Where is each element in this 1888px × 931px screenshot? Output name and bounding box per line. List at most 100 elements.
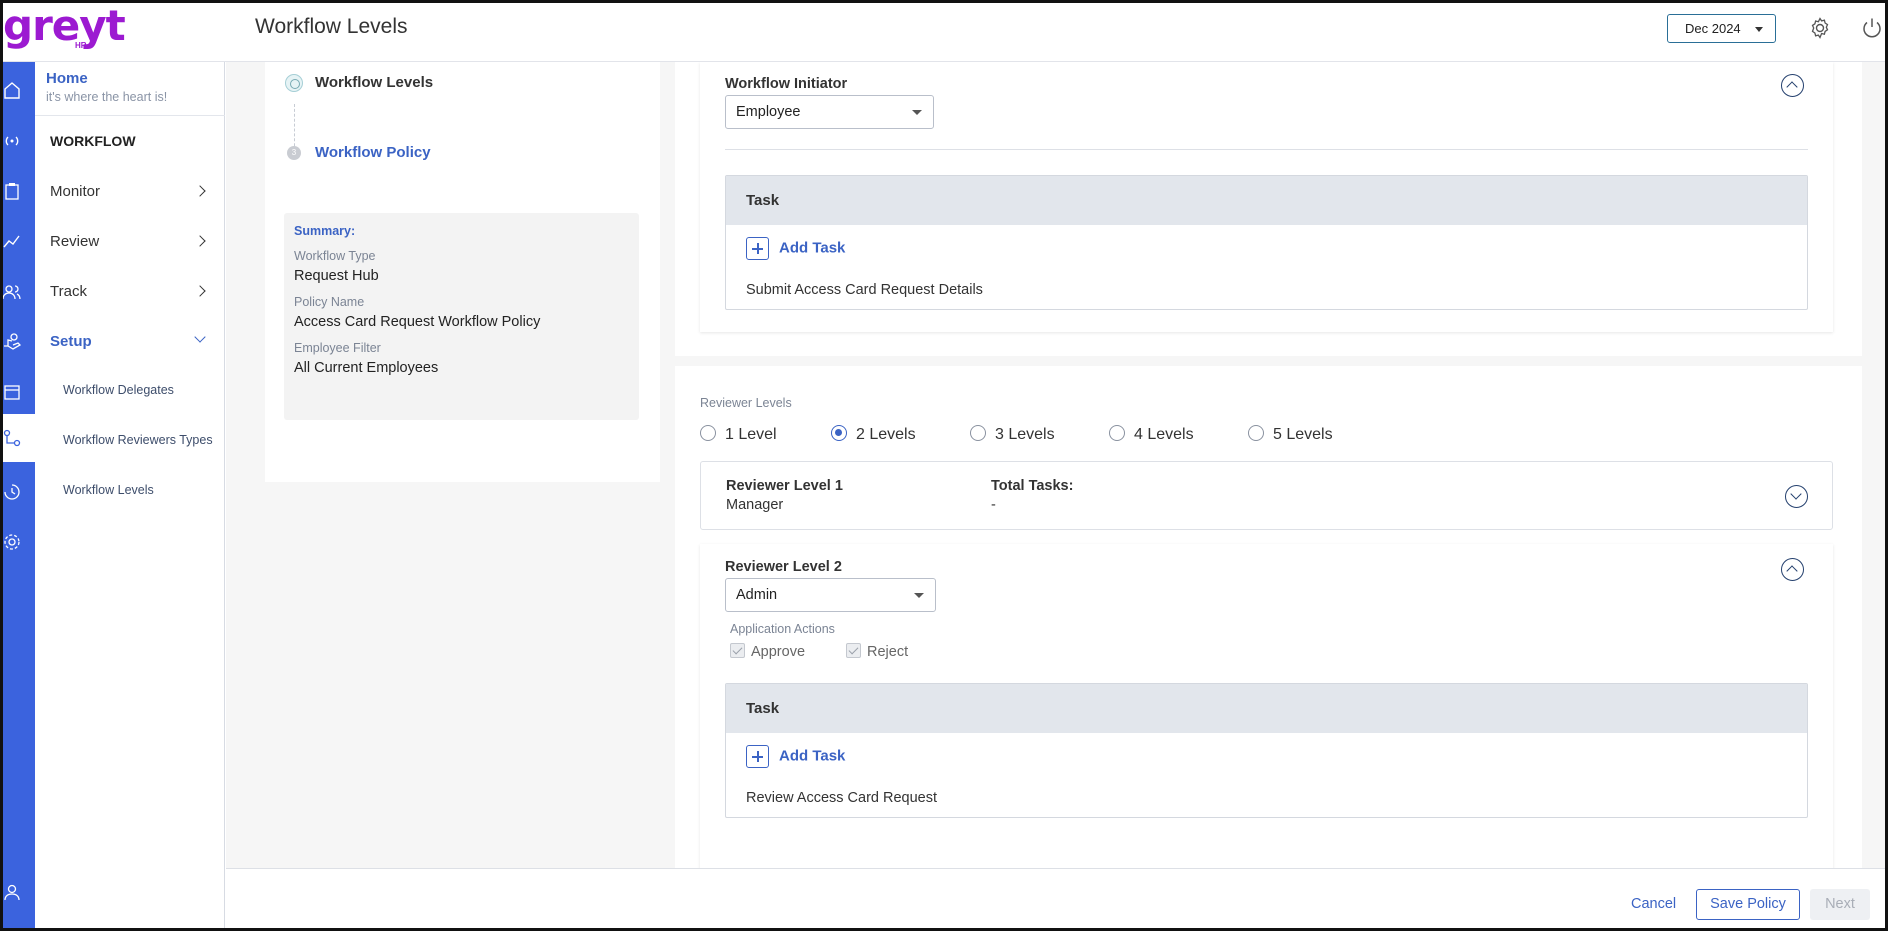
footer-bar: Cancel Save Policy Next: [226, 868, 1888, 931]
sidebar: Home it's where the heart is! WORKFLOW M…: [35, 62, 225, 931]
initiator-label: Workflow Initiator: [725, 76, 848, 92]
reviewer-section: Reviewer Levels 1 Level 2 Levels 3 Level…: [675, 366, 1862, 868]
radio-1-level[interactable]: 1 Level: [700, 424, 777, 444]
reviewer-level-2-select[interactable]: Admin: [725, 578, 936, 612]
step-workflow-policy[interactable]: 3 Workflow Policy: [287, 144, 431, 161]
month-select-value: Dec 2024: [1685, 21, 1741, 36]
sidebar-divider: [35, 115, 225, 116]
sidebar-item-label: Setup: [50, 333, 92, 350]
save-policy-button[interactable]: Save Policy: [1696, 889, 1800, 920]
reviewer-level-2-select-value: Admin: [736, 587, 778, 603]
reject-checkbox[interactable]: Reject: [846, 642, 908, 660]
policy-name-label: Policy Name: [294, 295, 365, 309]
reviewer-level-1-value: Manager: [726, 497, 784, 513]
add-task-button[interactable]: Add Task: [746, 237, 845, 260]
user-icon[interactable]: [2, 882, 22, 902]
workflow-icon[interactable]: [0, 414, 35, 462]
chart-icon[interactable]: [2, 231, 22, 251]
top-bar: greyt HR Workflow Levels Dec 2024: [0, 0, 1888, 62]
sidebar-home[interactable]: Home it's where the heart is!: [46, 70, 167, 104]
power-icon[interactable]: [1860, 16, 1884, 40]
radio-icon: [1248, 424, 1264, 441]
task-item: Submit Access Card Request Details: [746, 282, 983, 298]
summary-heading: Summary:: [294, 224, 356, 238]
people-icon[interactable]: [2, 282, 22, 302]
home-tagline: it's where the heart is!: [46, 90, 168, 104]
step-workflow-levels[interactable]: Workflow Levels: [285, 74, 434, 92]
checkbox-checked-icon: [730, 642, 745, 658]
calendar-icon[interactable]: [2, 382, 22, 402]
sidebar-item-setup[interactable]: Setup: [50, 331, 210, 350]
sidebar-subitem-workflow-levels[interactable]: Workflow Levels: [63, 483, 154, 497]
hand-icon[interactable]: [2, 332, 22, 352]
settings-gear-icon[interactable]: [1808, 16, 1832, 40]
sidebar-item-label: Track: [50, 283, 87, 300]
gear-icon[interactable]: [2, 532, 22, 552]
home-title: Home: [46, 70, 88, 87]
chevron-down-icon: [194, 331, 206, 343]
reviewer-level-1-card[interactable]: Reviewer Level 1 Manager Total Tasks: -: [700, 461, 1833, 530]
summary-box: Summary: Workflow Type Request Hub Polic…: [284, 213, 639, 420]
chevron-right-icon: [194, 285, 206, 297]
section-divider: [725, 149, 1808, 150]
radio-2-levels[interactable]: 2 Levels: [831, 424, 916, 444]
home-icon[interactable]: [2, 80, 22, 100]
sidebar-item-label: Monitor: [50, 183, 101, 200]
clipboard-icon[interactable]: [2, 181, 22, 201]
task-header: Task: [726, 684, 1807, 733]
caret-down-icon: [914, 593, 924, 598]
radio-3-levels[interactable]: 3 Levels: [970, 424, 1055, 444]
plus-icon: [746, 237, 769, 260]
sidebar-subitem-workflow-reviewers-types[interactable]: Workflow Reviewers Types: [63, 433, 213, 447]
radio-5-levels[interactable]: 5 Levels: [1248, 424, 1333, 444]
radio-label: 3 Levels: [995, 426, 1055, 443]
checkbox-label: Approve: [751, 644, 806, 660]
initiator-select[interactable]: Employee: [725, 95, 934, 129]
sidebar-item-review[interactable]: Review: [50, 233, 210, 250]
caret-down-icon: [912, 110, 922, 115]
collapse-up-icon[interactable]: [1781, 558, 1804, 581]
reviewer-levels-label: Reviewer Levels: [700, 396, 792, 410]
workflow-type-value: Request Hub: [294, 268, 379, 284]
radio-checked-icon: [831, 424, 847, 441]
approve-checkbox[interactable]: Approve: [730, 642, 806, 660]
plus-icon: [746, 745, 769, 768]
next-button[interactable]: Next: [1810, 889, 1870, 920]
chevron-right-icon: [194, 185, 206, 197]
sidebar-item-monitor[interactable]: Monitor: [50, 183, 210, 200]
workflow-type-label: Workflow Type: [294, 249, 376, 263]
sidebar-item-track[interactable]: Track: [50, 283, 210, 300]
add-task-label: Add Task: [779, 239, 846, 257]
checkbox-checked-icon: [846, 642, 861, 658]
greythr-logo[interactable]: greyt HR: [3, 2, 126, 54]
radio-4-levels[interactable]: 4 Levels: [1109, 424, 1194, 444]
employee-filter-label: Employee Filter: [294, 341, 381, 355]
total-tasks-value: -: [991, 497, 996, 513]
caret-down-icon: [1755, 27, 1763, 32]
reviewer-level-1-title: Reviewer Level 1: [726, 478, 843, 494]
radio-label: 5 Levels: [1273, 426, 1333, 443]
radio-label: 1 Level: [725, 426, 777, 443]
sidebar-subitem-workflow-delegates[interactable]: Workflow Delegates: [63, 383, 174, 397]
total-tasks-label: Total Tasks:: [991, 478, 1074, 494]
step-label: Workflow Policy: [315, 144, 431, 161]
step-current-icon: [285, 74, 303, 92]
cancel-button[interactable]: Cancel: [1631, 896, 1676, 912]
expand-down-icon[interactable]: [1785, 485, 1808, 508]
task-header: Task: [726, 176, 1807, 225]
collapse-up-icon[interactable]: [1781, 74, 1804, 97]
add-task-button[interactable]: Add Task: [746, 745, 845, 768]
radio-icon: [1109, 424, 1125, 441]
step-label: Workflow Levels: [315, 74, 434, 91]
sidebar-section-title: WORKFLOW: [50, 133, 136, 149]
step-number-icon: 3: [287, 146, 301, 160]
icon-rail: [0, 62, 35, 931]
application-actions-label: Application Actions: [730, 622, 835, 636]
radio-icon: [970, 424, 986, 441]
radio-label: 2 Levels: [856, 426, 916, 443]
main-content: Workflow Levels 3 Workflow Policy Summar…: [226, 62, 1885, 868]
month-select[interactable]: Dec 2024: [1667, 14, 1776, 43]
initiator-select-value: Employee: [736, 104, 801, 120]
broadcast-icon[interactable]: [2, 131, 22, 151]
clock-icon[interactable]: [2, 482, 22, 502]
